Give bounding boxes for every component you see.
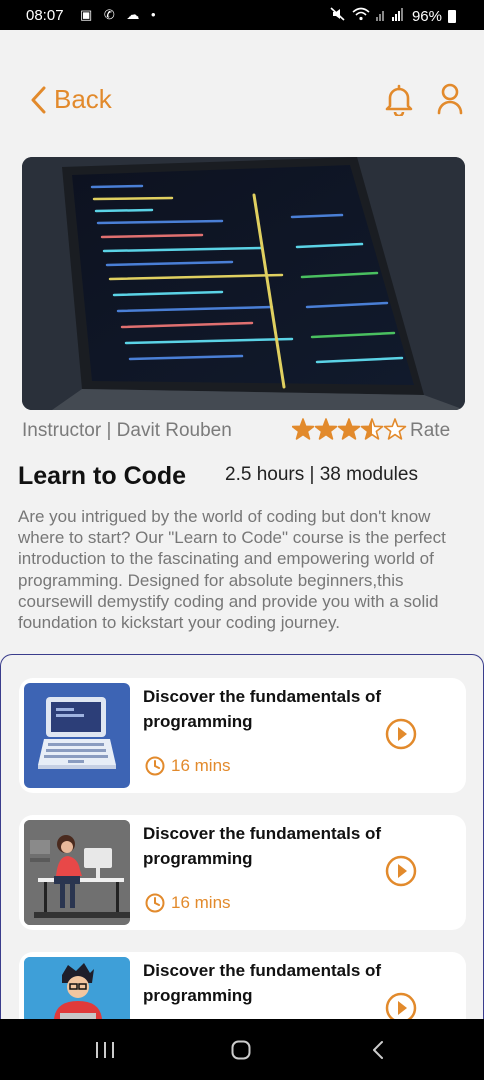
back-button[interactable]: Back bbox=[30, 84, 112, 115]
laptop-code-photo bbox=[22, 157, 465, 410]
bell-icon bbox=[385, 84, 413, 118]
recent-apps-button[interactable] bbox=[94, 1041, 116, 1064]
notifications-button[interactable] bbox=[384, 84, 414, 121]
home-button[interactable] bbox=[231, 1040, 251, 1065]
module-duration: 16 mins bbox=[145, 756, 231, 776]
instructor-label: Instructor | Davit Rouben bbox=[22, 420, 232, 441]
module-duration-text: 16 mins bbox=[171, 756, 231, 775]
module-card[interactable]: Discover the fundamentals of programming… bbox=[19, 815, 466, 930]
play-button[interactable] bbox=[385, 718, 417, 755]
course-hero-image bbox=[22, 157, 465, 410]
battery-percent: 96% bbox=[411, 7, 442, 25]
chevron-left-icon bbox=[31, 86, 46, 113]
user-icon bbox=[437, 83, 463, 115]
laptop-illustration bbox=[38, 697, 116, 769]
status-bar: 08:07 ▣ ✆ ☁ • 96% bbox=[0, 0, 484, 30]
play-circle-icon bbox=[385, 718, 417, 750]
home-icon bbox=[231, 1040, 251, 1060]
clock-icon bbox=[145, 756, 165, 776]
signal-icon bbox=[375, 7, 406, 25]
notification-icons: ▣ ✆ ☁ • bbox=[80, 7, 160, 22]
person-at-desk-illustration bbox=[24, 820, 130, 925]
mute-icon bbox=[330, 7, 346, 25]
system-back-button[interactable] bbox=[371, 1040, 385, 1065]
module-card[interactable]: Discover the fundamentals of programming… bbox=[19, 678, 466, 793]
star-icon[interactable] bbox=[337, 418, 361, 440]
course-description: Are you intrigued by the world of coding… bbox=[18, 507, 446, 633]
module-duration-text: 16 mins bbox=[171, 893, 231, 912]
status-right: 96% bbox=[330, 7, 456, 25]
star-rating[interactable] bbox=[292, 417, 407, 443]
module-thumbnail bbox=[24, 683, 130, 788]
clock-icon bbox=[145, 893, 165, 913]
star-icon[interactable] bbox=[292, 418, 315, 440]
top-nav: Back bbox=[0, 80, 484, 124]
modules-panel[interactable]: Discover the fundamentals of programming… bbox=[0, 654, 484, 1045]
star-icon[interactable] bbox=[360, 418, 384, 440]
module-thumbnail bbox=[24, 820, 130, 925]
rate-button[interactable]: Rate bbox=[410, 420, 450, 442]
rating-stars bbox=[292, 418, 407, 440]
course-meta-row: Instructor | Davit Rouben Rate bbox=[22, 417, 462, 444]
star-icon[interactable] bbox=[383, 418, 407, 440]
profile-button[interactable] bbox=[436, 83, 464, 120]
play-circle-icon bbox=[385, 855, 417, 887]
back-icon bbox=[373, 1041, 383, 1059]
module-title: Discover the fundamentals of programming bbox=[143, 961, 382, 1005]
module-title: Discover the fundamentals of programming bbox=[143, 687, 382, 731]
back-label: Back bbox=[54, 84, 112, 114]
course-stats: 2.5 hours | 38 modules bbox=[225, 464, 418, 485]
wifi-icon bbox=[352, 7, 370, 25]
star-icon[interactable] bbox=[314, 418, 338, 440]
battery-icon bbox=[448, 9, 456, 23]
status-time: 08:07 bbox=[26, 7, 64, 24]
system-nav-bar bbox=[0, 1019, 484, 1080]
play-button[interactable] bbox=[385, 855, 417, 892]
module-title: Discover the fundamentals of programming bbox=[143, 824, 382, 868]
course-title: Learn to Code bbox=[18, 462, 187, 490]
module-duration: 16 mins bbox=[145, 893, 231, 913]
recent-apps-icon bbox=[96, 1042, 114, 1058]
